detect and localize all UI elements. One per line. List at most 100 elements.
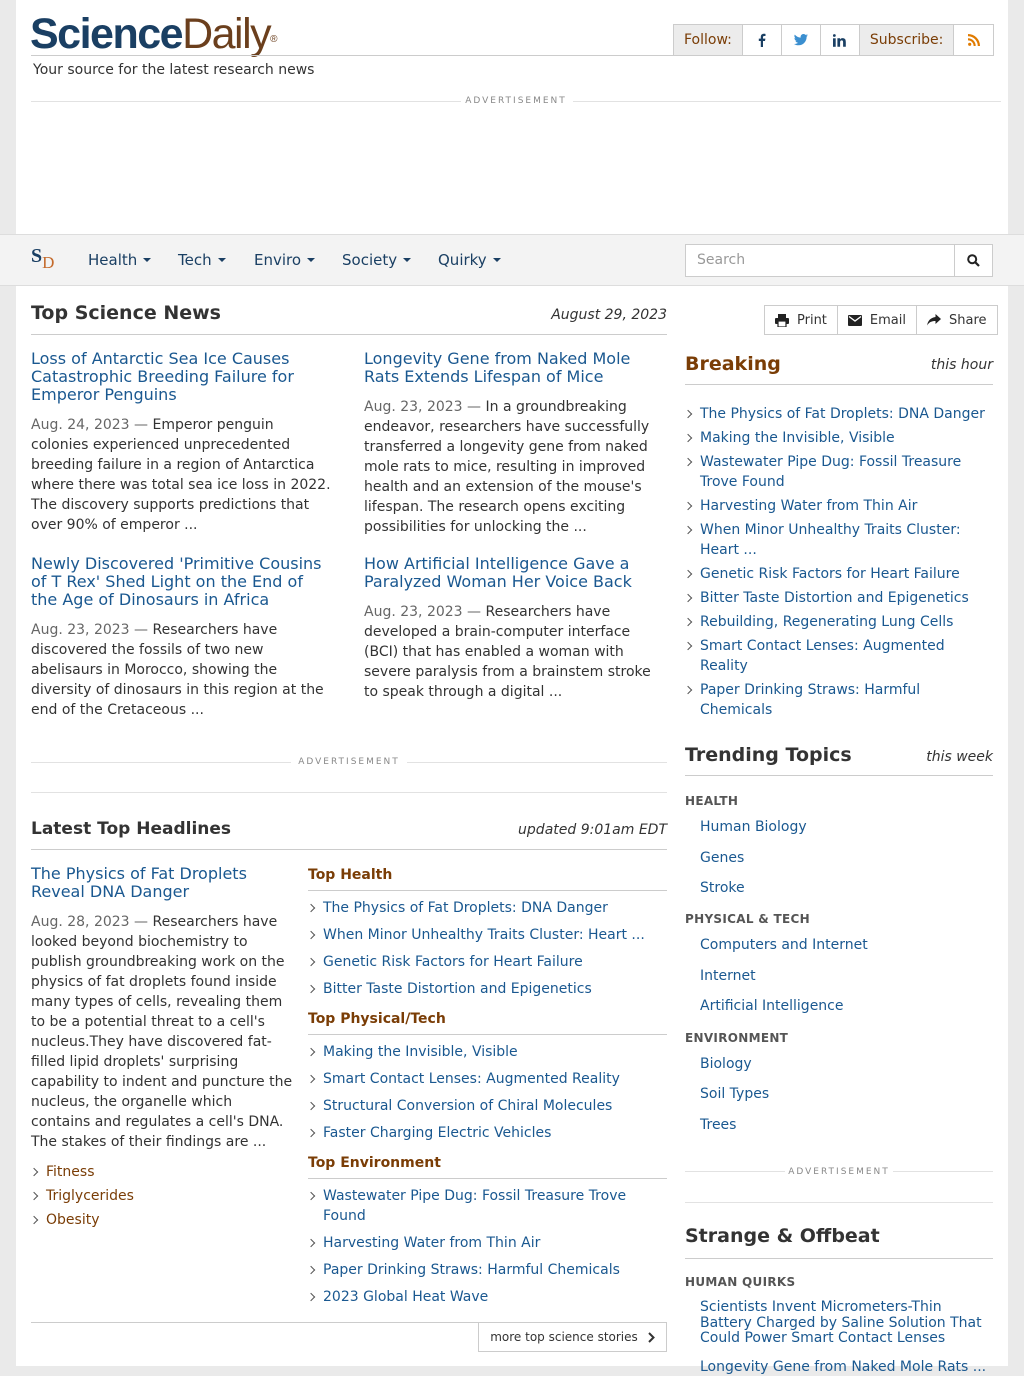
story-title[interactable]: Loss of Antarctic Sea Ice Causes Catastr… — [31, 350, 333, 404]
headline-link[interactable]: Faster Charging Electric Vehicles — [308, 1123, 667, 1143]
top-env-list: Wastewater Pipe Dug: Fossil Treasure Tro… — [308, 1186, 638, 1307]
story-title[interactable]: Newly Discovered 'Primitive Cousins of T… — [31, 555, 333, 609]
breaking-list: The Physics of Fat Droplets: DNA Danger … — [685, 404, 990, 720]
topic-link[interactable]: Internet — [700, 968, 756, 984]
story-title[interactable]: How Artificial Intelligence Gave a Paral… — [364, 555, 667, 591]
breaking-link[interactable]: Making the Invisible, Visible — [685, 428, 990, 448]
ad-divider — [31, 101, 461, 102]
ad-divider — [573, 101, 1001, 102]
headline-link[interactable]: Structural Conversion of Chiral Molecule… — [308, 1096, 667, 1116]
email-button[interactable]: Email — [838, 306, 917, 334]
nav-quirky-label: Quirky — [438, 251, 487, 269]
chevron-right-icon — [648, 1331, 655, 1343]
breaking-when: this hour — [930, 357, 993, 373]
trending-when: this week — [926, 749, 993, 765]
twitter-icon[interactable] — [782, 25, 821, 55]
nav-society[interactable]: Society — [342, 251, 412, 269]
share-button[interactable]: Share — [917, 306, 997, 334]
headline-link[interactable]: Bitter Taste Distortion and Epigenetics — [308, 979, 667, 999]
heading-rule — [685, 1258, 993, 1259]
story-card: Loss of Antarctic Sea Ice Causes Catastr… — [31, 350, 333, 535]
story-date: Aug. 23, 2023 — [364, 604, 463, 620]
story-card: Newly Discovered 'Primitive Cousins of T… — [31, 555, 333, 720]
story-summary: Aug. 23, 2023 — Researchers have discove… — [31, 622, 324, 718]
top-news-heading: Top Science News — [31, 302, 221, 324]
feature-summary: Aug. 28, 2023 — Researchers have looked … — [31, 914, 293, 1150]
offbeat-link[interactable]: Longevity Gene from Naked Mole Rats ... — [700, 1359, 990, 1376]
headline-link[interactable]: 2023 Global Heat Wave — [308, 1287, 638, 1307]
feature-title[interactable]: The Physics of Fat Droplets Reveal DNA D… — [31, 865, 294, 901]
site-logo[interactable]: ScienceDaily® — [30, 10, 277, 58]
breaking-link[interactable]: Paper Drinking Straws: Harmful Chemicals — [685, 680, 990, 720]
story-text: Emperor penguin colonies experienced unp… — [31, 417, 331, 533]
rss-icon[interactable] — [954, 25, 993, 55]
headline-link[interactable]: When Minor Unhealthy Traits Cluster: Hea… — [308, 925, 667, 945]
trending-heading: Trending Topics — [685, 744, 852, 766]
breaking-link[interactable]: The Physics of Fat Droplets: DNA Danger — [685, 404, 990, 424]
footer-rule — [31, 1322, 479, 1323]
tag-link[interactable]: Obesity — [31, 1210, 291, 1230]
topic-link[interactable]: Genes — [700, 850, 744, 866]
offbeat-link[interactable]: Scientists Invent Micrometers-Thin Batte… — [700, 1299, 990, 1347]
headline-link[interactable]: Wastewater Pipe Dug: Fossil Treasure Tro… — [308, 1186, 638, 1226]
print-button[interactable]: Print — [765, 306, 838, 334]
topic-link[interactable]: Human Biology — [700, 819, 807, 835]
subheading-rule — [308, 1034, 667, 1035]
nav-quirky[interactable]: Quirky — [438, 251, 501, 269]
breaking-link[interactable]: When Minor Unhealthy Traits Cluster: Hea… — [685, 520, 990, 560]
story-card: How Artificial Intelligence Gave a Paral… — [364, 555, 667, 702]
nav-logo-d: D — [42, 253, 55, 272]
follow-bar: Follow: Subscribe: — [673, 24, 995, 56]
breaking-link[interactable]: Genetic Risk Factors for Heart Failure — [685, 564, 990, 584]
ad-label-side: ADVERTISEMENT — [788, 1167, 890, 1177]
breaking-link[interactable]: Wastewater Pipe Dug: Fossil Treasure Tro… — [685, 452, 990, 492]
topic-link[interactable]: Biology — [700, 1056, 752, 1072]
topic-link[interactable]: Stroke — [700, 880, 745, 896]
story-title[interactable]: Longevity Gene from Naked Mole Rats Exte… — [364, 350, 667, 386]
breaking-link[interactable]: Harvesting Water from Thin Air — [685, 496, 990, 516]
headline-link[interactable]: Paper Drinking Straws: Harmful Chemicals — [308, 1260, 638, 1280]
topic-link[interactable]: Trees — [700, 1117, 736, 1133]
nav-tech-label: Tech — [178, 251, 212, 269]
top-health-list: The Physics of Fat Droplets: DNA Danger … — [308, 898, 667, 999]
topic-link[interactable]: Artificial Intelligence — [700, 998, 844, 1014]
main-nav: SD Health Tech Enviro Society Quirky Sea… — [0, 234, 1024, 286]
story-summary: Aug. 24, 2023 — Emperor penguin colonies… — [31, 417, 331, 533]
nav-logo[interactable]: SD — [31, 245, 54, 272]
heading-rule — [685, 384, 993, 385]
topic-link[interactable]: Computers and Internet — [700, 937, 868, 953]
nav-health[interactable]: Health — [88, 251, 152, 269]
topic-link[interactable]: Soil Types — [700, 1086, 769, 1102]
action-bar: Print Email Share — [764, 305, 998, 335]
headline-link[interactable]: Harvesting Water from Thin Air — [308, 1233, 638, 1253]
nav-society-label: Society — [342, 251, 398, 269]
subscribe-label: Subscribe: — [859, 25, 955, 55]
feature-text: Researchers have looked beyond biochemis… — [31, 914, 293, 1150]
top-env-heading: Top Environment — [308, 1155, 441, 1171]
latest-updated: updated 9:01am EDT — [518, 822, 667, 838]
linkedin-icon[interactable] — [821, 25, 860, 55]
tag-link[interactable]: Triglycerides — [31, 1186, 291, 1206]
subheading-rule — [308, 890, 667, 891]
facebook-icon[interactable] — [743, 25, 782, 55]
offbeat-category: HUMAN QUIRKS — [685, 1275, 796, 1289]
top-physical-list: Making the Invisible, Visible Smart Cont… — [308, 1042, 667, 1143]
latest-heading: Latest Top Headlines — [31, 819, 232, 839]
tag-link[interactable]: Fitness — [31, 1162, 291, 1182]
nav-enviro[interactable]: Enviro — [254, 251, 316, 269]
breaking-link[interactable]: Rebuilding, Regenerating Lung Cells — [685, 612, 990, 632]
ad-divider — [31, 762, 291, 763]
chevron-down-icon — [307, 258, 316, 262]
headline-link[interactable]: Genetic Risk Factors for Heart Failure — [308, 952, 667, 972]
breaking-link[interactable]: Smart Contact Lenses: Augmented Reality — [685, 636, 990, 676]
nav-logo-s: S — [31, 245, 43, 267]
headline-link[interactable]: Smart Contact Lenses: Augmented Reality — [308, 1069, 667, 1089]
nav-tech[interactable]: Tech — [178, 251, 226, 269]
headline-link[interactable]: The Physics of Fat Droplets: DNA Danger — [308, 898, 667, 918]
search-button[interactable] — [954, 244, 993, 277]
chevron-down-icon — [492, 258, 501, 262]
more-stories-button[interactable]: more top science stories — [478, 1322, 667, 1352]
headline-link[interactable]: Making the Invisible, Visible — [308, 1042, 667, 1062]
breaking-link[interactable]: Bitter Taste Distortion and Epigenetics — [685, 588, 990, 608]
search-input[interactable]: Search — [685, 244, 955, 277]
